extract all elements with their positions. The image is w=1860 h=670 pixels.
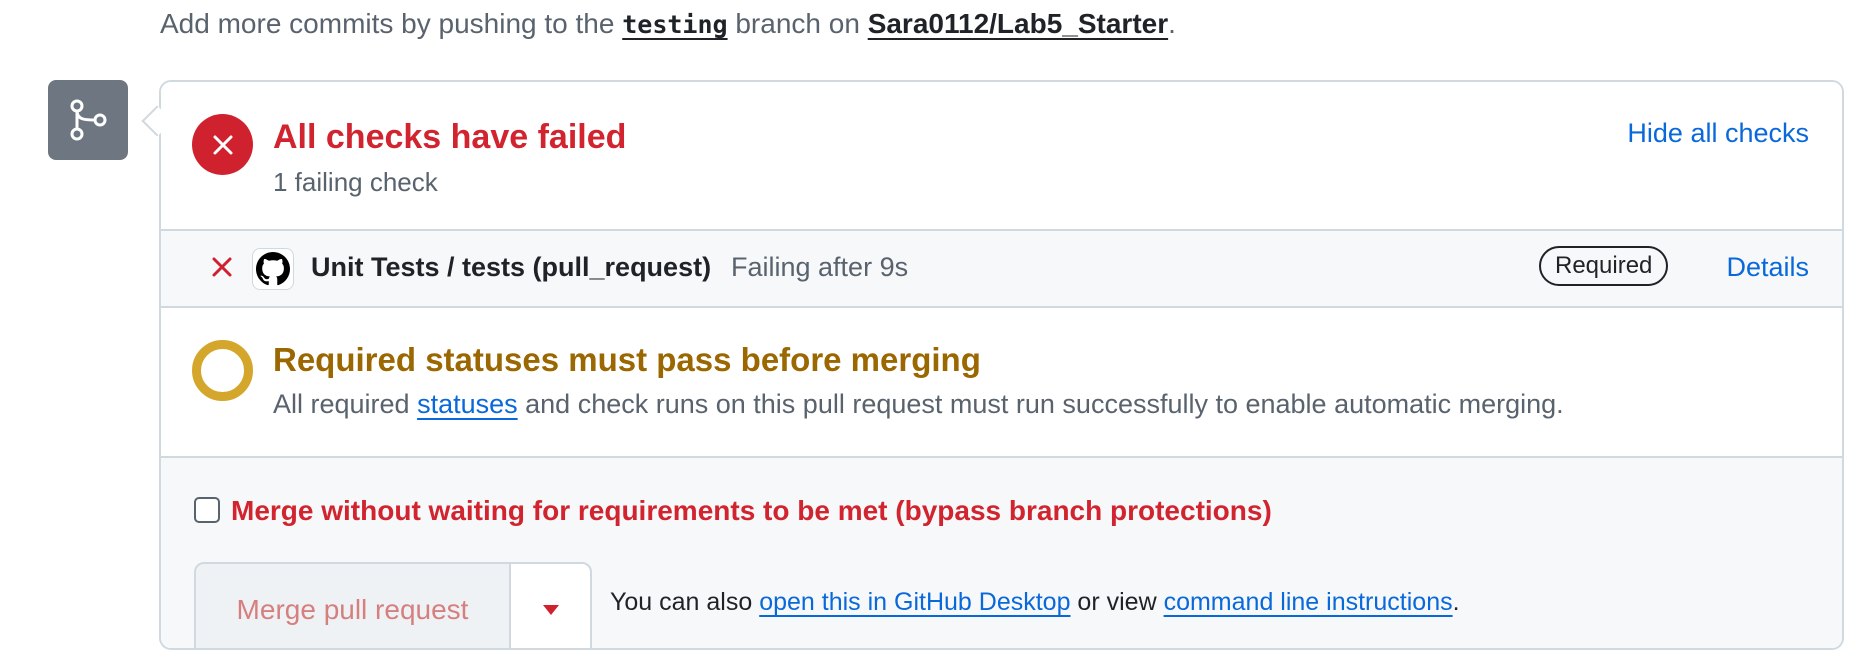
check-status: Failing after 9s (731, 252, 909, 282)
checks-summary: All checks have failed 1 failing check H… (161, 82, 1842, 231)
pending-status-icon (192, 340, 253, 401)
push-hint-prefix: Add more commits by pushing to the (160, 8, 623, 39)
merge-method-dropdown[interactable] (509, 562, 592, 648)
details-link[interactable]: Details (1726, 252, 1809, 283)
push-hint-middle: branch on (727, 8, 868, 39)
bypass-label[interactable]: Merge without waiting for requirements t… (231, 495, 1272, 527)
git-branch-icon (48, 80, 128, 160)
hide-all-checks-link[interactable]: Hide all checks (1627, 118, 1809, 149)
required-statuses: Required statuses must pass before mergi… (161, 308, 1842, 458)
also-suffix: . (1452, 588, 1460, 616)
merge-pull-request-button[interactable]: Merge pull request (194, 562, 511, 648)
command-line-link[interactable]: command line instructions (1164, 588, 1453, 616)
push-hint: Add more commits by pushing to the testi… (160, 8, 1176, 40)
check-name: Unit Tests / tests (pull_request) (311, 252, 712, 282)
required-statuses-description: All required statuses and check runs on … (273, 389, 1564, 420)
also-prefix: You can also (610, 588, 760, 616)
alternative-options-text: You can also open this in GitHub Desktop… (610, 588, 1460, 617)
checks-title: All checks have failed (273, 118, 627, 156)
bypass-checkbox[interactable] (194, 497, 220, 523)
merge-section: Merge without waiting for requirements t… (161, 458, 1842, 648)
github-mark-icon (252, 248, 294, 290)
fail-x-icon (210, 255, 234, 284)
push-hint-suffix: . (1168, 8, 1176, 39)
github-desktop-link[interactable]: open this in GitHub Desktop (759, 588, 1070, 616)
failed-status-icon (192, 114, 253, 175)
required-badge: Required (1539, 246, 1669, 286)
required-statuses-title: Required statuses must pass before mergi… (273, 341, 981, 378)
triangle-down-icon (542, 605, 559, 615)
description-suffix: and check runs on this pull request must… (517, 389, 1564, 419)
statuses-link[interactable]: statuses (417, 389, 518, 419)
checks-subtitle: 1 failing check (273, 167, 438, 197)
description-prefix: All required (273, 389, 418, 419)
merge-button-group: Merge pull request (194, 562, 594, 648)
repo-link[interactable]: Sara0112/Lab5_Starter (868, 8, 1168, 39)
merge-box: All checks have failed 1 failing check H… (159, 80, 1844, 650)
branch-name: testing (622, 10, 728, 39)
also-middle: or view (1070, 588, 1164, 616)
check-row: Unit Tests / tests (pull_request) Failin… (161, 231, 1842, 308)
